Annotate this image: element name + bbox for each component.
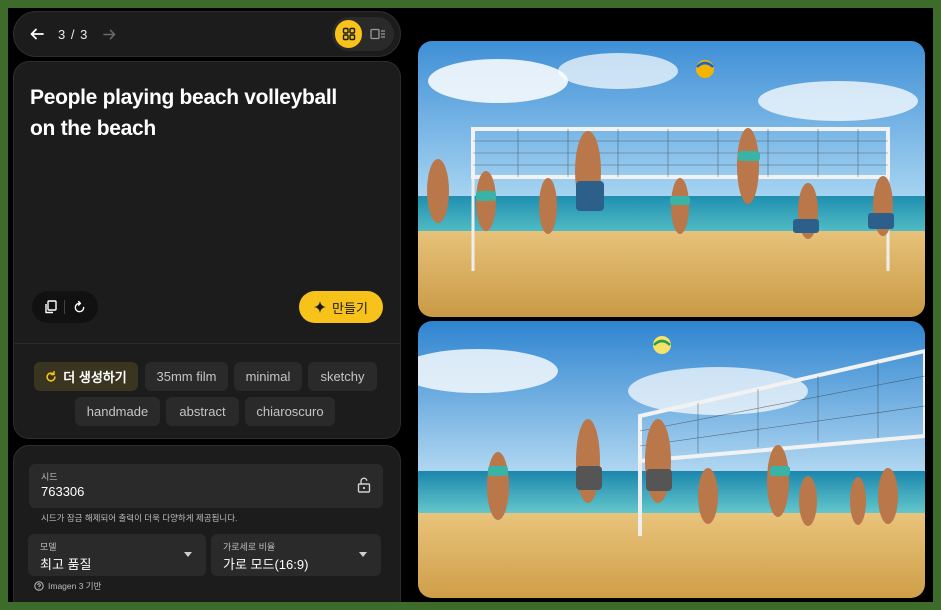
style-chip[interactable]: handmade <box>75 397 160 426</box>
chevron-down-icon <box>184 552 192 557</box>
seed-field[interactable]: 시드 763306 <box>29 464 383 508</box>
reset-button[interactable] <box>73 300 86 314</box>
arrow-left-icon <box>30 28 44 40</box>
style-chip[interactable]: 35mm film <box>145 362 228 391</box>
aspect-ratio-value: 가로 모드(16:9) <box>223 557 309 572</box>
app-window: 3 / 3 People playing beach volleyball on… <box>8 8 933 602</box>
grid-icon <box>342 27 355 41</box>
beach-volleyball-photo <box>418 321 925 598</box>
prompt-actions <box>32 291 98 323</box>
top-nav-bar: 3 / 3 <box>13 11 401 57</box>
help-icon <box>34 581 44 591</box>
aspect-ratio-label: 가로세로 비율 <box>223 542 276 552</box>
prompt-card: People playing beach volleyball on the b… <box>13 61 401 343</box>
forward-button[interactable] <box>98 23 120 45</box>
seed-label: 시드 <box>41 472 58 482</box>
generate-more-chip[interactable]: 더 생성하기 <box>34 362 138 391</box>
style-chip[interactable]: sketchy <box>308 362 377 391</box>
make-button-label: 만들기 <box>332 300 368 316</box>
generated-image-2[interactable] <box>418 321 925 598</box>
seed-hint: 시드가 잠금 해제되어 출력이 더욱 다양하게 제공됩니다. <box>41 513 238 523</box>
footnote-text: Imagen 3 기반 <box>48 581 102 591</box>
copy-icon <box>45 300 57 314</box>
left-panel: 3 / 3 People playing beach volleyball on… <box>13 8 401 602</box>
generated-image-1[interactable] <box>418 41 925 317</box>
beach-volleyball-photo <box>418 41 925 317</box>
model-footnote: Imagen 3 기반 <box>34 580 101 592</box>
style-chip[interactable]: minimal <box>234 362 302 391</box>
unlock-icon <box>357 477 371 493</box>
seed-value[interactable]: 763306 <box>41 484 84 499</box>
view-toggle <box>332 17 394 51</box>
style-chip[interactable]: chiaroscuro <box>245 397 335 426</box>
copy-button[interactable] <box>44 300 57 314</box>
style-chips-card: 더 생성하기 35mm film minimal sketchy handmad… <box>13 343 401 439</box>
refresh-icon <box>46 370 56 382</box>
chevron-down-icon <box>359 552 367 557</box>
divider <box>64 300 66 314</box>
detail-view-button[interactable] <box>364 20 391 48</box>
grid-view-button[interactable] <box>335 20 362 48</box>
image-counter: 3 / 3 <box>58 26 89 42</box>
model-select[interactable]: 모델 최고 품질 <box>28 534 206 576</box>
generate-more-label: 더 생성하기 <box>63 370 127 385</box>
model-label: 모델 <box>40 542 57 552</box>
prompt-text[interactable]: People playing beach volleyball on the b… <box>30 82 360 144</box>
style-chip[interactable]: abstract <box>166 397 239 426</box>
sparkle-icon <box>314 301 327 313</box>
make-button[interactable]: 만들기 <box>299 291 383 323</box>
unlock-button[interactable] <box>357 477 371 493</box>
reset-icon <box>74 300 85 312</box>
model-value: 최고 품질 <box>40 557 92 572</box>
arrow-right-icon <box>102 29 116 39</box>
back-button[interactable] <box>24 21 50 47</box>
detail-view-icon <box>369 28 385 40</box>
aspect-ratio-select[interactable]: 가로세로 비율 가로 모드(16:9) <box>211 534 381 576</box>
